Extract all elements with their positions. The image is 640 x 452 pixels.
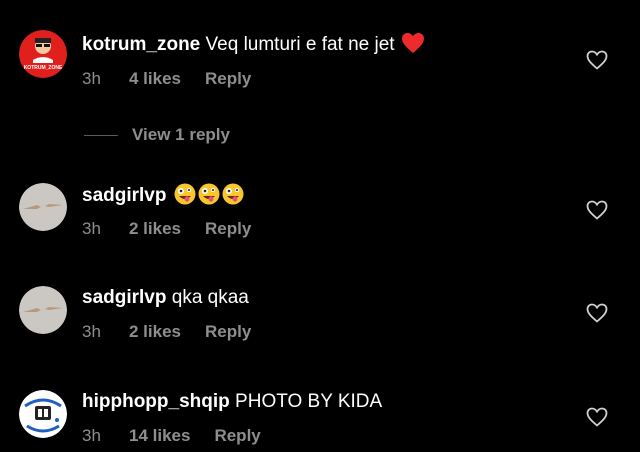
heart-outline-icon[interactable] [585,302,609,324]
timestamp: 3h [82,426,101,445]
reply-button[interactable]: Reply [205,68,251,90]
reply-button[interactable]: Reply [205,218,251,240]
comment-body: sadgirlvp qka qkaa [82,286,249,310]
comment-meta: 3h 2 likes Reply [82,218,251,240]
zany-face-emoji-icon [198,183,220,205]
heart-outline-icon[interactable] [585,49,609,71]
comment-body: kotrum_zone Veq lumturi e fat ne jet [82,32,425,61]
timestamp: 3h [82,322,101,341]
red-heart-emoji-icon [401,32,425,61]
comment-text: PHOTO BY KIDA [235,391,383,412]
comment-meta: 3h 2 likes Reply [82,321,251,343]
replies-divider [84,135,118,136]
zany-face-emoji-icon [174,183,196,205]
username[interactable]: sadgirlvp [82,185,166,206]
zany-face-emoji-icon [222,183,244,205]
username[interactable]: kotrum_zone [82,34,200,55]
svg-text:KOTRUM_ZONE: KOTRUM_ZONE [24,65,63,71]
heart-outline-icon[interactable] [585,199,609,221]
view-replies-label[interactable]: View 1 reply [132,124,230,146]
comment-body: hipphopp_shqip PHOTO BY KIDA [82,390,382,414]
timestamp: 3h [82,69,101,88]
username[interactable]: sadgirlvp [82,287,166,308]
likes-count[interactable]: 14 likes [129,425,190,447]
likes-count[interactable]: 2 likes [129,218,181,240]
username[interactable]: hipphopp_shqip [82,391,230,412]
avatar[interactable] [19,390,67,438]
likes-count[interactable]: 4 likes [129,68,181,90]
comment-meta: 3h 4 likes Reply [82,68,251,90]
comment-body: sadgirlvp [82,183,244,208]
comment-meta: 3h 14 likes Reply [82,425,261,447]
heart-outline-icon[interactable] [585,406,609,428]
reply-button[interactable]: Reply [205,321,251,343]
avatar[interactable] [19,286,67,334]
comment-text: qka qkaa [171,287,249,308]
avatar[interactable]: KOTRUM_ZONE [19,30,67,78]
timestamp: 3h [82,219,101,238]
comment-text: Veq lumturi e fat ne jet [205,34,395,55]
likes-count[interactable]: 2 likes [129,321,181,343]
avatar[interactable] [19,183,67,231]
reply-button[interactable]: Reply [214,425,260,447]
